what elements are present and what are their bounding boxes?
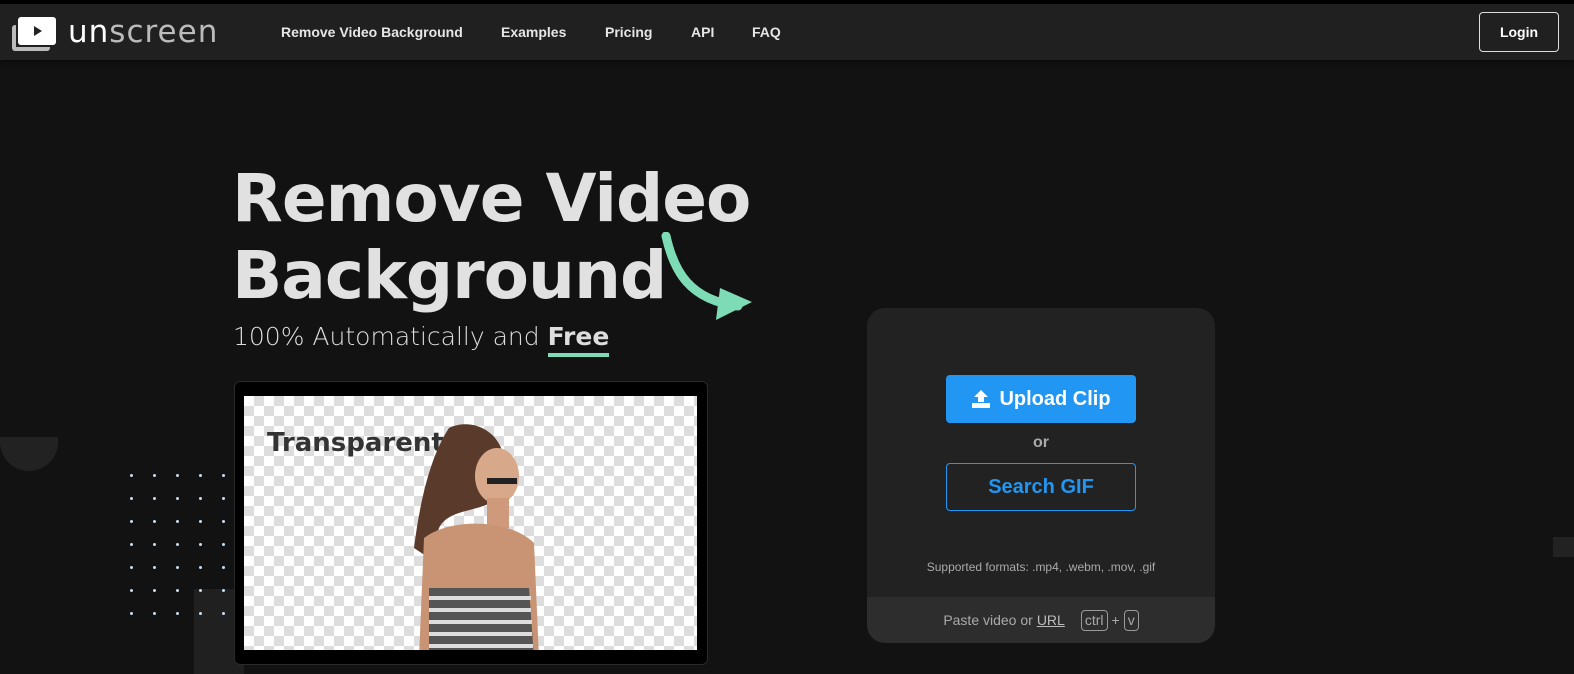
decor-dot <box>176 589 179 592</box>
decor-dot <box>222 474 225 477</box>
decor-dot <box>153 566 156 569</box>
decor-dot <box>153 474 156 477</box>
decor-dot <box>130 543 133 546</box>
decor-dot <box>199 520 202 523</box>
plus: + <box>1111 612 1120 628</box>
decor-dot <box>153 497 156 500</box>
curved-arrow-icon <box>661 232 752 320</box>
decor-dot <box>130 566 133 569</box>
nav-faq[interactable]: FAQ <box>752 24 781 40</box>
url-link[interactable]: URL <box>1037 612 1065 628</box>
hero-subtitle: 100% Automatically and Free <box>233 322 610 357</box>
decor-dot <box>199 566 202 569</box>
decor-dot <box>199 474 202 477</box>
v-key: v <box>1123 609 1139 631</box>
decor-dot <box>222 589 225 592</box>
decor-dot <box>130 612 133 615</box>
decor-dot <box>130 589 133 592</box>
nav-examples[interactable]: Examples <box>501 24 566 40</box>
logo[interactable]: unscreen <box>12 14 219 51</box>
paste-text: Paste video or <box>943 612 1033 628</box>
decor-dot <box>199 543 202 546</box>
decor-dot <box>176 520 179 523</box>
navbar: unscreen Remove Video Background Example… <box>0 4 1574 60</box>
ctrl-key: ctrl <box>1080 609 1108 631</box>
decor-dot <box>130 520 133 523</box>
decor-rect-right <box>1553 537 1574 557</box>
logo-text: unscreen <box>68 14 219 50</box>
decor-dot <box>153 612 156 615</box>
decor-dot <box>199 497 202 500</box>
decor-dot <box>222 543 225 546</box>
decor-dot <box>222 520 225 523</box>
play-logo-icon <box>12 17 58 51</box>
decor-dot <box>176 566 179 569</box>
decor-dot <box>199 589 202 592</box>
decor-dot <box>176 497 179 500</box>
upload-card: Upload Clip or Search GIF Supported form… <box>867 308 1215 643</box>
search-gif-button[interactable]: Search GIF <box>946 463 1136 511</box>
decor-dot <box>153 543 156 546</box>
decor-dot <box>222 566 225 569</box>
decor-dot <box>199 612 202 615</box>
decor-dot <box>222 612 225 615</box>
decor-dot <box>130 474 133 477</box>
nav-remove-video-background[interactable]: Remove Video Background <box>281 24 463 40</box>
decor-dot <box>130 497 133 500</box>
login-button[interactable]: Login <box>1479 12 1559 52</box>
decor-dot <box>176 612 179 615</box>
decor-dot <box>176 543 179 546</box>
decor-dot <box>176 474 179 477</box>
upload-icon <box>972 390 991 408</box>
person-image <box>414 424 539 650</box>
or-separator: or <box>1033 434 1049 451</box>
nav-pricing[interactable]: Pricing <box>605 24 652 40</box>
paste-hint: Paste video or URL ctrl + v <box>867 597 1215 643</box>
decor-dot <box>153 520 156 523</box>
transparent-preview: Transparent <box>244 396 697 650</box>
decor-dot <box>222 497 225 500</box>
decor-semicircle <box>0 437 58 471</box>
nav-api[interactable]: API <box>691 24 714 40</box>
decor-dot <box>153 589 156 592</box>
upload-clip-button[interactable]: Upload Clip <box>946 375 1136 423</box>
demo-monitor: Transparent <box>234 381 708 665</box>
supported-formats: Supported formats: .mp4, .webm, .mov, .g… <box>926 560 1156 574</box>
upload-clip-label: Upload Clip <box>999 387 1111 410</box>
